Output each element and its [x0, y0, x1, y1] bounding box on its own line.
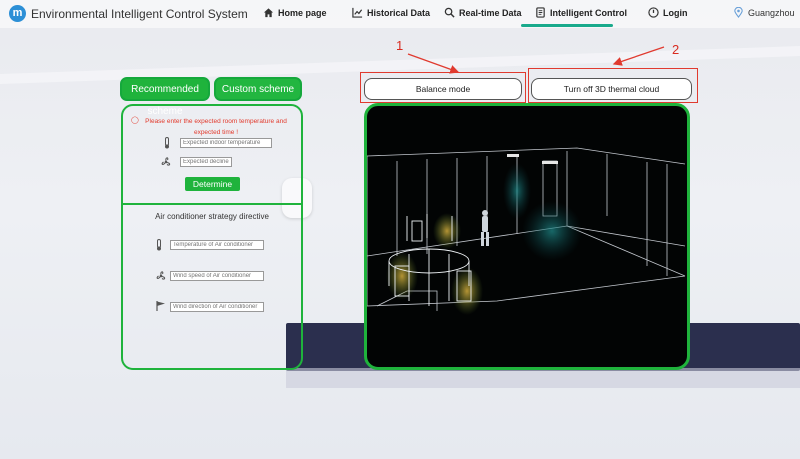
- 3d-thermal-viewer[interactable]: [364, 103, 690, 370]
- 3d-room-wireframe: [367, 147, 686, 315]
- callout-number-1: 1: [396, 38, 404, 53]
- callout-number-2: 2: [672, 42, 680, 57]
